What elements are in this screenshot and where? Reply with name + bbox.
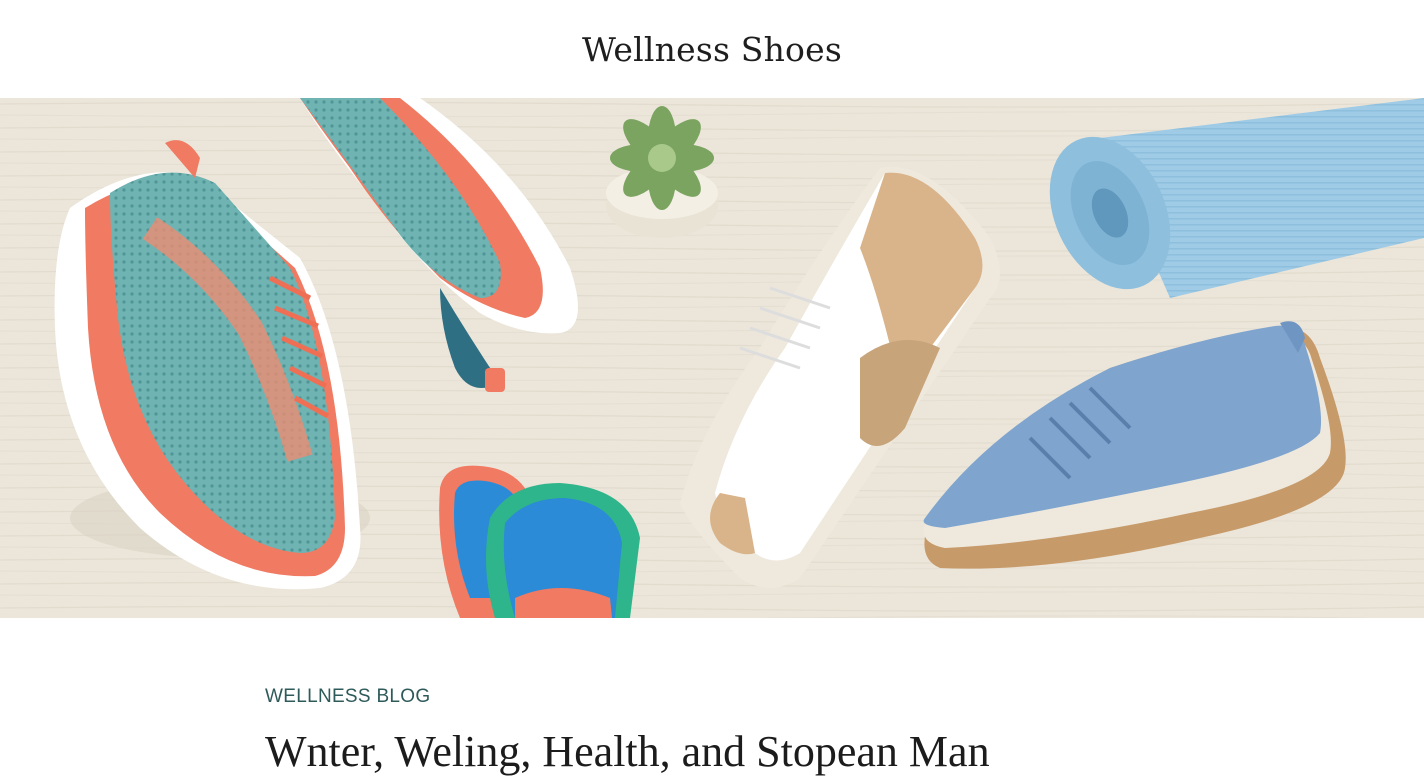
article-category[interactable]: WELLNESS BLOG: [265, 686, 1165, 708]
hero-illustration: [0, 98, 1424, 618]
article-title: Wnter, Weling, Health, and Stopean Man: [265, 727, 990, 776]
hero-image: [0, 98, 1424, 618]
site-header: Wellness Shoes: [0, 0, 1424, 98]
site-title-link[interactable]: Wellness Shoes: [582, 30, 842, 69]
article-header: WELLNESS BLOG Wnter, Weling, Health, and…: [265, 686, 1165, 774]
